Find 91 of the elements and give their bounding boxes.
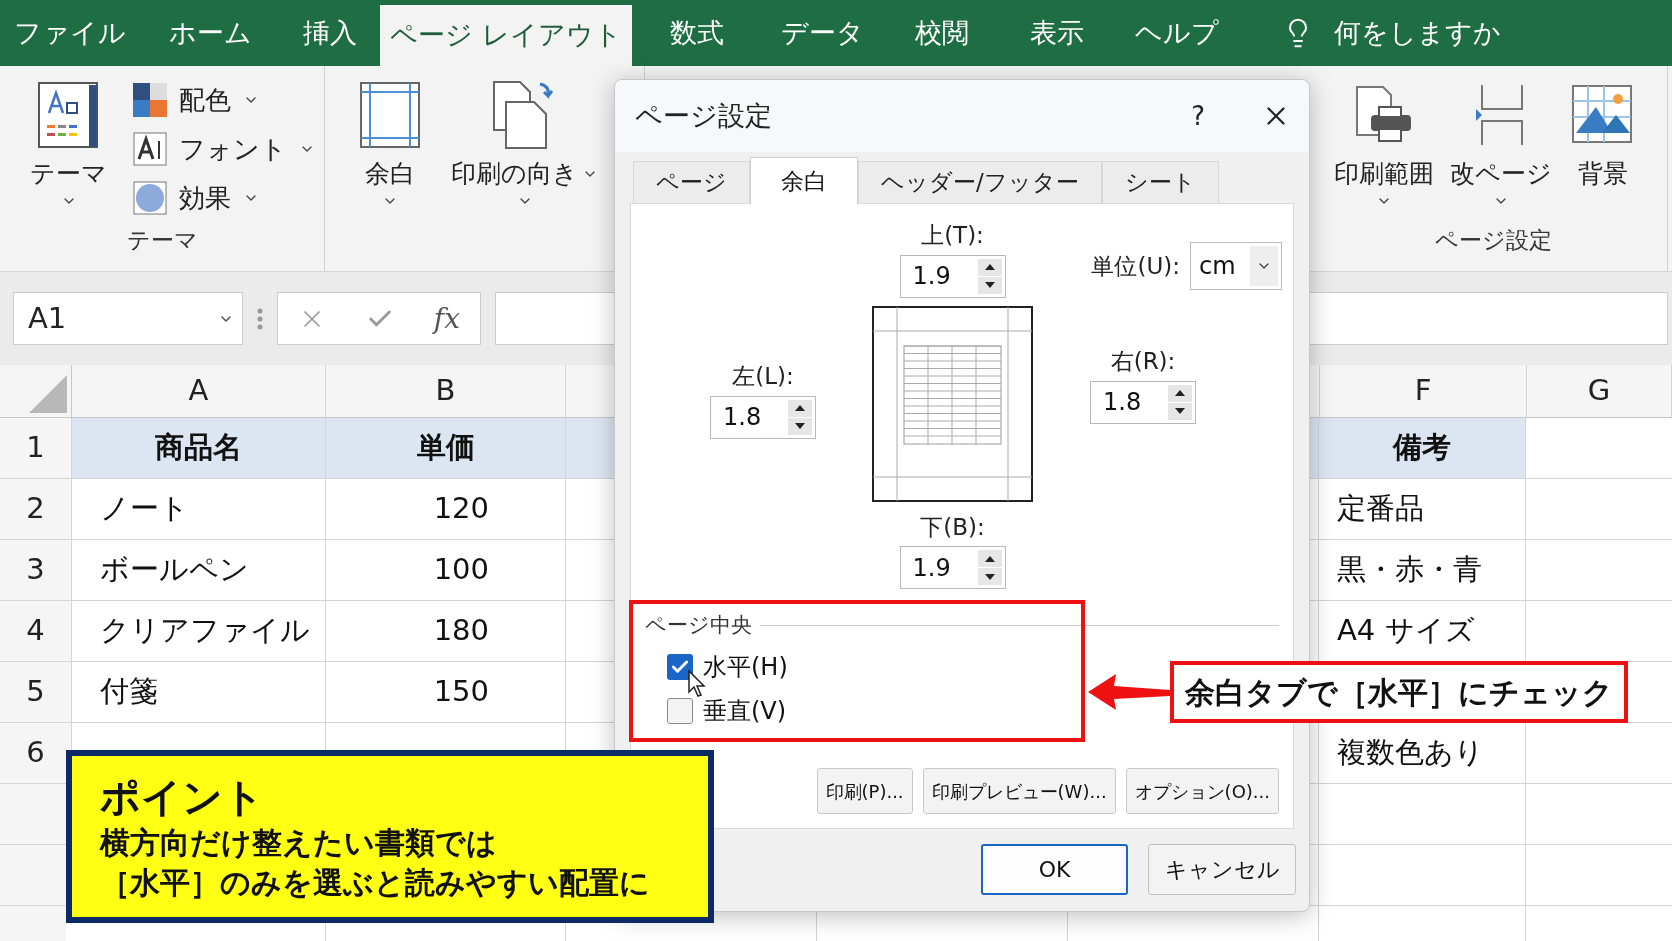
ribbon-button[interactable]: 余白 <box>355 78 425 210</box>
effects-circle-icon <box>133 181 167 215</box>
dialog-tab[interactable]: シート <box>1101 161 1219 203</box>
number-spinner[interactable]: 1.9 <box>899 254 1006 298</box>
margin-label: 右(R): <box>1110 347 1176 376</box>
ribbon-tab[interactable]: 数式 <box>632 0 762 66</box>
dialog-button[interactable]: キャンセル <box>1148 844 1296 895</box>
dialog-tab[interactable]: 余白 <box>750 157 858 204</box>
name-box[interactable]: A1 <box>13 292 243 345</box>
help-button[interactable]: ? <box>1183 96 1213 136</box>
margin-label: 左(L): <box>732 362 794 391</box>
vertical-dots-icon <box>257 307 263 330</box>
spin-up-icon[interactable] <box>977 258 1002 276</box>
row-number[interactable]: 1 <box>0 418 72 479</box>
group-label: テーマ <box>126 225 198 255</box>
column-header[interactable]: F <box>1320 365 1527 417</box>
ribbon-tab[interactable]: ページ レイアウト <box>380 5 632 66</box>
column-header[interactable]: G <box>1527 365 1672 417</box>
header-cell: 商品名 <box>72 418 326 479</box>
spin-up-icon[interactable] <box>1168 384 1192 402</box>
table-cell: クリアファイル <box>72 601 326 662</box>
checkbox[interactable] <box>667 653 693 680</box>
point-text: 横方向だけ整えたい書類では <box>100 824 498 862</box>
number-spinner[interactable]: 1.8 <box>1090 380 1196 424</box>
point-text: ［水平］のみを選ぶと読みやすい配置に <box>100 863 651 901</box>
theme-icon <box>36 81 101 149</box>
page-break-icon <box>1476 83 1526 147</box>
unit-select[interactable]: cm <box>1190 242 1282 290</box>
spin-down-icon[interactable] <box>977 276 1002 294</box>
ribbon-button[interactable]: 背景 <box>1568 78 1638 190</box>
ribbon-button[interactable]: 印刷の向き <box>451 78 598 210</box>
dialog-tab[interactable]: ヘッダー/フッター <box>858 161 1102 203</box>
spin-down-icon[interactable] <box>788 417 812 435</box>
checkbox[interactable] <box>667 697 693 724</box>
margins-icon <box>360 82 420 148</box>
ribbon-button[interactable]: テーマ <box>30 78 107 210</box>
table-cell: 100 <box>326 540 566 601</box>
ribbon-tab[interactable]: 挿入 <box>280 0 380 66</box>
table-cell: ボールペン <box>72 540 326 601</box>
group-label: ページ中央 <box>645 612 752 639</box>
group-label: ページ設定 <box>1435 225 1552 255</box>
spin-down-icon[interactable] <box>1168 402 1192 420</box>
ribbon-menu-button[interactable]: 配色 <box>133 82 315 118</box>
table-cell: 黒・赤・青 <box>1319 540 1526 601</box>
background-picture-icon <box>1572 85 1634 145</box>
ribbon-menu-button[interactable]: 効果 <box>133 180 315 216</box>
dialog-tab[interactable]: ページ <box>633 161 750 203</box>
spin-up-icon[interactable] <box>977 550 1002 567</box>
number-spinner[interactable]: 1.9 <box>899 546 1006 589</box>
row-number[interactable]: 5 <box>0 662 72 723</box>
margin-label: 上(T): <box>921 221 984 250</box>
point-title: ポイント <box>100 773 265 822</box>
margin-label: 下(B): <box>920 512 985 542</box>
dialog-button[interactable]: 印刷プレビュー(W)... <box>922 768 1116 814</box>
ribbon-tab[interactable]: 表示 <box>1002 0 1112 66</box>
table-cell: 定番品 <box>1319 479 1526 540</box>
ribbon-button[interactable]: 改ページ <box>1450 78 1552 210</box>
spin-up-icon[interactable] <box>788 399 812 417</box>
header-cell: 備考 <box>1319 418 1526 479</box>
unit-label: 単位(U): <box>1091 251 1180 281</box>
table-cell: 180 <box>326 601 566 662</box>
dialog-button[interactable]: オプション(O)... <box>1125 768 1279 814</box>
dialog-button[interactable]: OK <box>981 844 1128 895</box>
row-number[interactable]: 3 <box>0 540 72 601</box>
table-cell: ノート <box>72 479 326 540</box>
callout-text: 余白タブで［水平］にチェック <box>1185 673 1613 712</box>
table-cell: 付箋 <box>72 662 326 723</box>
row-number[interactable]: 2 <box>0 479 72 540</box>
table-cell: 120 <box>326 479 566 540</box>
insert-function-button[interactable]: fx <box>433 297 460 340</box>
printer-icon <box>1355 85 1413 145</box>
header-cell: 単価 <box>326 418 566 479</box>
color-squares-icon <box>133 83 167 117</box>
column-header[interactable]: B <box>326 365 566 417</box>
spin-down-icon[interactable] <box>977 568 1002 585</box>
ribbon-tab[interactable]: ファイル <box>0 0 140 66</box>
column-header[interactable]: A <box>72 365 326 417</box>
ribbon-menu-button[interactable]: フォント <box>133 131 315 167</box>
row-number[interactable]: 6 <box>0 723 72 784</box>
number-spinner[interactable]: 1.8 <box>710 395 816 439</box>
tell-me-field[interactable]: 何をしますか <box>1334 12 1594 54</box>
dialog-title: ページ設定 <box>635 98 772 133</box>
ribbon-tab[interactable]: ホーム <box>140 0 280 66</box>
ribbon-tab[interactable]: 校閲 <box>882 0 1002 66</box>
row-number[interactable]: 4 <box>0 601 72 662</box>
ribbon-tab[interactable]: ヘルプ <box>1112 0 1242 66</box>
ribbon-tab[interactable]: データ <box>762 0 882 66</box>
ribbon-button[interactable]: 印刷範囲 <box>1334 78 1434 210</box>
font-icon <box>133 132 167 166</box>
dialog-button[interactable]: 印刷(P)... <box>816 768 913 814</box>
table-cell: 150 <box>326 662 566 723</box>
